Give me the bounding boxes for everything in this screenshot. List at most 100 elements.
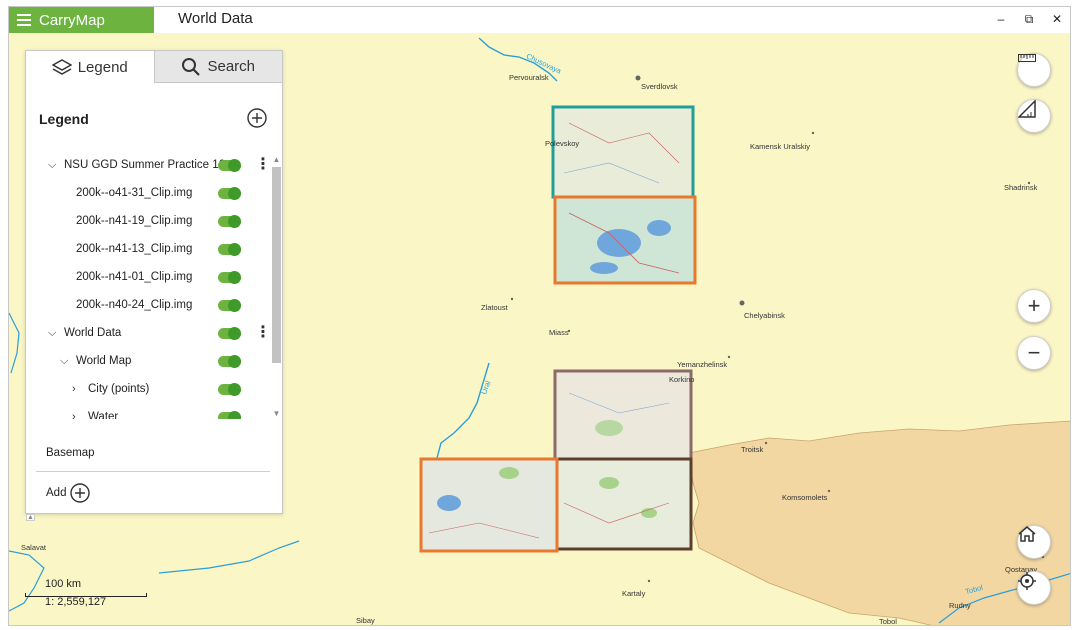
- city-dot-chelyabinsk: [739, 300, 745, 306]
- river-belaya: [9, 550, 45, 612]
- city-label: Pervouralsk: [509, 73, 549, 82]
- layer-visibility-toggle[interactable]: [218, 158, 241, 172]
- chevron-down-icon[interactable]: ⌵: [48, 327, 56, 340]
- layer-label: World Map: [76, 355, 132, 367]
- chevron-down-icon[interactable]: ⌵: [60, 355, 68, 368]
- legend-panel: Legend Search Legend ⌵ NSU GGD Summer Pr…: [25, 50, 283, 514]
- add-layer-button[interactable]: [247, 108, 267, 133]
- layer-row[interactable]: 200k--n41-19_Clip.img: [26, 211, 272, 231]
- collapse-panel-button[interactable]: ▲: [26, 514, 35, 521]
- layer-visibility-toggle[interactable]: [218, 186, 241, 200]
- scroll-down-icon[interactable]: ▼: [272, 409, 281, 418]
- city-label: Kartaly: [622, 589, 646, 598]
- layer-label: NSU GGD Summer Practice 16: [64, 159, 226, 171]
- layer-visibility-toggle[interactable]: [218, 326, 241, 340]
- ruler-icon: [1018, 54, 1036, 62]
- layer-row[interactable]: ⌵ World Data ⋮: [26, 323, 272, 343]
- city-label: Chelyabinsk: [744, 311, 785, 320]
- hamburger-menu-icon[interactable]: [17, 14, 31, 26]
- chevron-down-icon[interactable]: ⌵: [48, 159, 56, 172]
- scroll-thumb[interactable]: [272, 167, 281, 363]
- restore-button[interactable]: ⧉: [1022, 12, 1036, 27]
- raster-tile-o41-31: [551, 105, 695, 199]
- search-icon: [182, 57, 201, 76]
- area-measure-icon: [1018, 100, 1036, 118]
- tab-legend[interactable]: Legend: [26, 51, 154, 83]
- app-name: CarryMap: [39, 11, 105, 29]
- layer-row[interactable]: 200k--n41-13_Clip.img: [26, 239, 272, 259]
- layer-visibility-toggle[interactable]: [218, 214, 241, 228]
- layer-visibility-toggle[interactable]: [218, 410, 241, 419]
- measure-ruler-button[interactable]: [1017, 53, 1051, 87]
- layer-row[interactable]: › City (points): [26, 379, 272, 399]
- window-controls: – ⧉ ✕: [994, 12, 1064, 27]
- tab-search-label: Search: [207, 58, 256, 75]
- river-ural: [436, 362, 490, 459]
- document-title: World Data: [178, 10, 253, 27]
- layer-tree: ⌵ NSU GGD Summer Practice 16 ⋮ 200k--o41…: [26, 151, 272, 419]
- layer-visibility-toggle[interactable]: [218, 382, 241, 396]
- raster-tile-n41-01: [555, 457, 693, 551]
- scroll-up-icon[interactable]: ▲: [272, 155, 281, 164]
- layer-row[interactable]: 200k--n40-24_Clip.img: [26, 295, 272, 315]
- home-button[interactable]: [1017, 525, 1051, 559]
- layer-label: 200k--n41-01_Clip.img: [76, 271, 193, 283]
- river-sakmara: [158, 540, 300, 574]
- city-label: Korkino: [669, 375, 695, 384]
- title-bar: CarryMap World Data – ⧉ ✕: [9, 7, 1070, 33]
- layer-tree-scrollbar[interactable]: ▲ ▼: [272, 155, 281, 419]
- city-label: Troitsk: [741, 445, 764, 454]
- layer-row[interactable]: ⌵ NSU GGD Summer Practice 16 ⋮: [26, 155, 272, 175]
- close-button[interactable]: ✕: [1050, 12, 1064, 27]
- add-button[interactable]: Add: [46, 483, 91, 503]
- city-label: Zlatoust: [481, 303, 508, 312]
- layer-label: 200k--n40-24_Clip.img: [76, 299, 193, 311]
- layers-icon: [51, 59, 72, 75]
- zoom-out-button[interactable]: −: [1017, 336, 1051, 370]
- layer-row[interactable]: 200k--o41-31_Clip.img: [26, 183, 272, 203]
- add-label: Add: [46, 487, 67, 499]
- scale-ratio: 1: 2,559,127: [45, 596, 107, 608]
- city-dot-sverdlovsk: [635, 75, 641, 81]
- layer-row[interactable]: 200k--n41-01_Clip.img: [26, 267, 272, 287]
- city-label: Polevskoy: [545, 139, 580, 148]
- chevron-right-icon[interactable]: ›: [72, 383, 76, 395]
- city-label: Tobol: [879, 617, 897, 626]
- measure-area-button[interactable]: [1017, 99, 1051, 133]
- panel-tabs: Legend Search: [26, 51, 282, 83]
- layer-row[interactable]: › Water: [26, 407, 272, 419]
- plus-icon: +: [1027, 293, 1041, 318]
- layer-row[interactable]: ⌵ World Map: [26, 351, 272, 371]
- city-label: Yemanzhelinsk: [677, 360, 728, 369]
- tab-search[interactable]: Search: [153, 51, 282, 83]
- home-icon: [1018, 526, 1036, 542]
- zoom-in-button[interactable]: +: [1017, 289, 1051, 323]
- layer-visibility-toggle[interactable]: [218, 354, 241, 368]
- city-label: Komsomolets: [782, 493, 828, 502]
- minimize-button[interactable]: –: [994, 12, 1008, 27]
- scale-distance: 100 km: [45, 578, 82, 590]
- more-vertical-icon[interactable]: ⋮: [255, 157, 271, 173]
- city-label: Sibay: [356, 616, 375, 625]
- layer-label: Water: [88, 411, 119, 419]
- minus-icon: −: [1027, 340, 1041, 365]
- city-label: Shadrinsk: [1004, 183, 1038, 192]
- basemap-item[interactable]: Basemap: [46, 447, 95, 459]
- layer-visibility-toggle[interactable]: [218, 270, 241, 284]
- layer-label: City (points): [88, 383, 150, 395]
- more-vertical-icon[interactable]: ⋮: [255, 325, 271, 341]
- layer-visibility-toggle[interactable]: [218, 242, 241, 256]
- city-label: Rudny: [949, 601, 971, 610]
- panel-title: Legend: [39, 111, 89, 127]
- layer-label: World Data: [64, 327, 122, 339]
- plus-circle-icon: [70, 483, 91, 503]
- layer-visibility-toggle[interactable]: [218, 298, 241, 312]
- raster-tile-n41-13: [553, 369, 693, 461]
- tab-legend-label: Legend: [77, 58, 128, 76]
- gps-target-icon: [1018, 572, 1036, 590]
- chevron-right-icon[interactable]: ›: [72, 411, 76, 419]
- locate-button[interactable]: [1017, 571, 1051, 605]
- layer-label: 200k--n41-19_Clip.img: [76, 215, 193, 227]
- layer-label: 200k--n41-13_Clip.img: [76, 243, 193, 255]
- app-brand[interactable]: CarryMap: [9, 7, 154, 33]
